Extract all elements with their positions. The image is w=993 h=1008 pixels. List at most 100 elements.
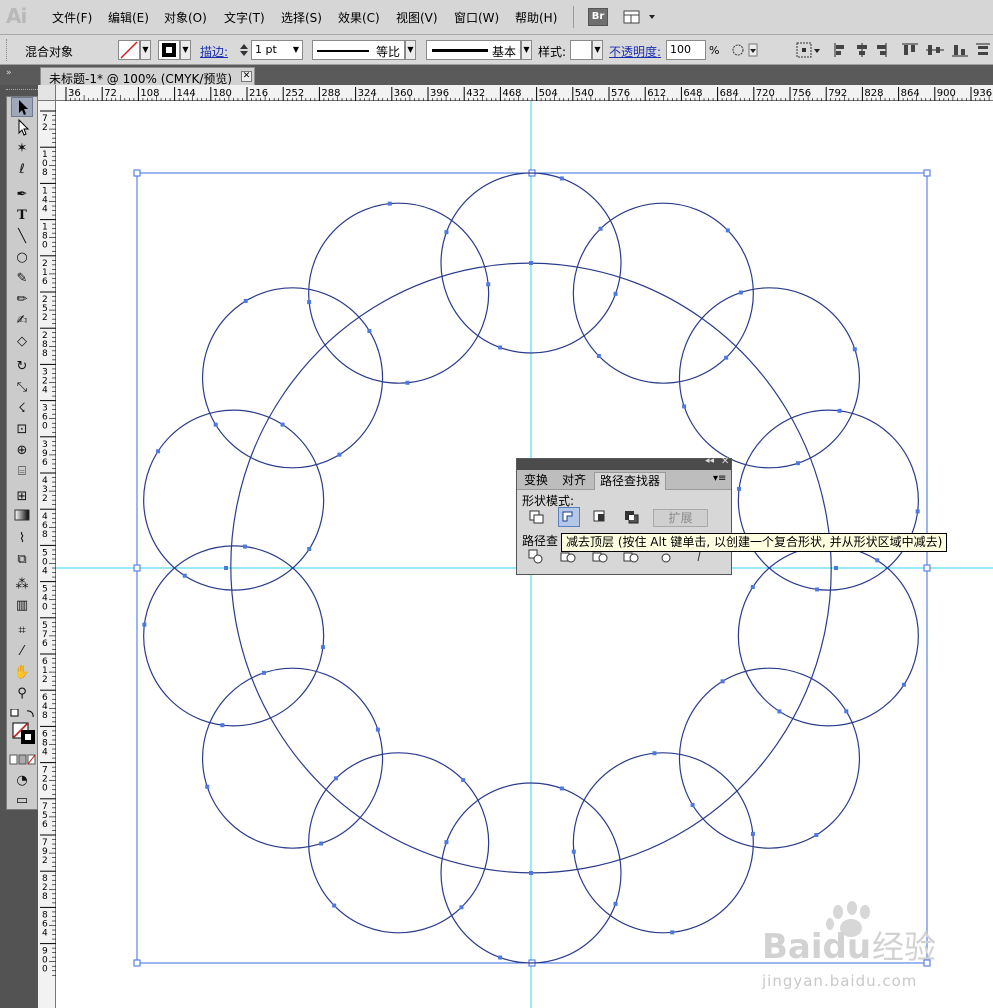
- column-graph-tool-icon[interactable]: ▥: [11, 596, 33, 616]
- opacity-label[interactable]: 不透明度:: [609, 43, 661, 60]
- close-panel-icon[interactable]: ✕: [721, 456, 729, 467]
- blob-brush-tool-icon[interactable]: ✍: [11, 311, 33, 331]
- perspective-grid-tool-icon[interactable]: ⌸: [11, 462, 33, 482]
- free-transform-tool-icon[interactable]: ⊡: [11, 420, 33, 440]
- collapse-panel-icon[interactable]: ◂◂: [705, 456, 714, 466]
- resize-handle[interactable]: [133, 169, 141, 177]
- warp-tool-icon[interactable]: ☇: [11, 399, 33, 419]
- menu-type[interactable]: 文字(T): [224, 9, 265, 26]
- spine-anchor-point: [834, 566, 838, 570]
- exclude-icon[interactable]: [623, 509, 641, 525]
- collapse-panels-icon[interactable]: »: [6, 68, 12, 78]
- style-dropdown[interactable]: ▼: [592, 40, 603, 60]
- brush-dropdown[interactable]: ▼: [521, 40, 532, 60]
- stroke-weight-input[interactable]: 1 pt ▼: [251, 40, 303, 60]
- stroke-swatch[interactable]: [158, 40, 180, 60]
- graphic-style-swatch[interactable]: [570, 40, 592, 60]
- anchor-point: [375, 727, 380, 732]
- opacity-input[interactable]: 100: [666, 40, 706, 60]
- fill-dropdown[interactable]: ▼: [140, 40, 151, 60]
- ruler-label: 180: [213, 88, 232, 99]
- stroke-dropdown[interactable]: ▼: [180, 40, 191, 60]
- menu-view[interactable]: 视图(V): [396, 9, 438, 26]
- watermark-url: jingyan.baidu.com: [762, 972, 918, 990]
- baidu-paw-logo: Baidu 经验: [762, 901, 936, 967]
- ruler-label: 36: [68, 88, 81, 99]
- menu-edit[interactable]: 编辑(E): [108, 9, 149, 26]
- menu-help[interactable]: 帮助(H): [515, 9, 557, 26]
- eyedropper-tool-icon[interactable]: ⌇: [11, 529, 33, 549]
- ellipse-tool-icon[interactable]: ○: [11, 248, 33, 268]
- fill-swatch[interactable]: [118, 40, 140, 60]
- recolor-artwork-button[interactable]: [730, 41, 758, 59]
- tab-align[interactable]: 对齐: [557, 472, 591, 490]
- align-left-group[interactable]: [832, 41, 892, 59]
- line-tool-icon[interactable]: ╲: [11, 227, 33, 247]
- panel-title-bar[interactable]: ◂◂ ✕: [517, 456, 731, 470]
- unite-icon[interactable]: [528, 509, 546, 525]
- ruler-label: 684: [720, 88, 739, 99]
- workspace-switcher-button[interactable]: [622, 8, 658, 26]
- ruler-label: 0: [42, 422, 48, 432]
- menu-select[interactable]: 选择(S): [281, 9, 322, 26]
- zoom-tool-icon[interactable]: ⚲: [11, 684, 33, 704]
- hand-tool-icon[interactable]: ✋: [11, 663, 33, 683]
- artboard-tool-icon[interactable]: ⌗: [11, 621, 33, 641]
- intersect-icon[interactable]: [592, 509, 610, 525]
- stroke-weight-stepper[interactable]: [239, 42, 249, 58]
- variable-width-profile-select[interactable]: 等比: [312, 40, 405, 60]
- selection-tool-icon[interactable]: [11, 97, 33, 117]
- lasso-tool-icon[interactable]: ℓ: [11, 160, 33, 180]
- minus-front-icon[interactable]: [558, 507, 580, 527]
- stroke-label[interactable]: 描边:: [200, 43, 228, 60]
- ruler-label: 828: [864, 88, 883, 99]
- bridge-button[interactable]: Br: [588, 8, 608, 26]
- resize-handle[interactable]: [133, 959, 141, 967]
- menu-window[interactable]: 窗口(W): [454, 9, 499, 26]
- drawing-modes-icon[interactable]: ◔: [11, 771, 33, 791]
- expand-button[interactable]: 扩展: [653, 509, 708, 527]
- resize-handle[interactable]: [923, 564, 931, 572]
- pen-tool-icon[interactable]: ✒: [11, 185, 33, 205]
- horizontal-ruler[interactable]: 36 72 108 144 180 216 252 288 324 360 396 432 468 504…: [38, 85, 993, 101]
- vertical-ruler[interactable]: 7210814418021625228832436039643246850454…: [38, 101, 56, 1008]
- close-icon[interactable]: ✕: [241, 71, 252, 82]
- slice-tool-icon[interactable]: ⁄: [11, 642, 33, 662]
- tools-panel-grip[interactable]: [6, 89, 38, 96]
- brush-definition-select[interactable]: 基本: [426, 40, 521, 60]
- type-tool-icon[interactable]: T: [11, 206, 33, 226]
- eraser-tool-icon[interactable]: ◇: [11, 332, 33, 352]
- magic-wand-tool-icon[interactable]: ✶: [11, 139, 33, 159]
- rotate-tool-icon[interactable]: ↻: [11, 357, 33, 377]
- paintbrush-tool-icon[interactable]: ✎: [11, 269, 33, 289]
- shape-builder-tool-icon[interactable]: ⊕: [11, 441, 33, 461]
- control-bar-grip[interactable]: [6, 39, 11, 61]
- fill-stroke-widget[interactable]: [9, 708, 37, 749]
- menu-object[interactable]: 对象(O): [164, 9, 207, 26]
- direct-selection-tool-icon[interactable]: [11, 118, 33, 138]
- document-tab[interactable]: 未标题-1* @ 100% (CMYK/预览) ✕: [40, 67, 255, 86]
- gradient-tool-icon[interactable]: [11, 508, 33, 528]
- menu-file[interactable]: 文件(F): [52, 9, 92, 26]
- tab-pathfinder[interactable]: 路径查找器: [594, 472, 667, 490]
- color-mode-buttons[interactable]: [9, 753, 37, 767]
- panel-menu-icon[interactable]: ▾≡: [713, 473, 726, 484]
- profile-label: 等比: [376, 45, 401, 59]
- symbol-sprayer-tool-icon[interactable]: ⁂: [11, 575, 33, 595]
- resize-handle[interactable]: [133, 564, 141, 572]
- scale-tool-icon[interactable]: ⤡: [11, 378, 33, 398]
- anchor-point: [444, 840, 449, 845]
- menu-effect[interactable]: 效果(C): [338, 9, 380, 26]
- profile-dropdown[interactable]: ▼: [405, 40, 416, 60]
- mesh-tool-icon[interactable]: ⊞: [11, 487, 33, 507]
- tab-transform[interactable]: 变换: [519, 472, 553, 490]
- resize-handle[interactable]: [923, 169, 931, 177]
- ruler-origin[interactable]: [38, 85, 56, 101]
- blend-tool-icon[interactable]: ⧉: [11, 550, 33, 570]
- anchor-point: [670, 930, 675, 935]
- pencil-tool-icon[interactable]: ✏: [11, 290, 33, 310]
- anchor-point: [486, 282, 491, 287]
- align-vertical-group[interactable]: [900, 41, 992, 59]
- screen-mode-icon[interactable]: ▭: [11, 791, 33, 811]
- transform-button[interactable]: [795, 41, 821, 59]
